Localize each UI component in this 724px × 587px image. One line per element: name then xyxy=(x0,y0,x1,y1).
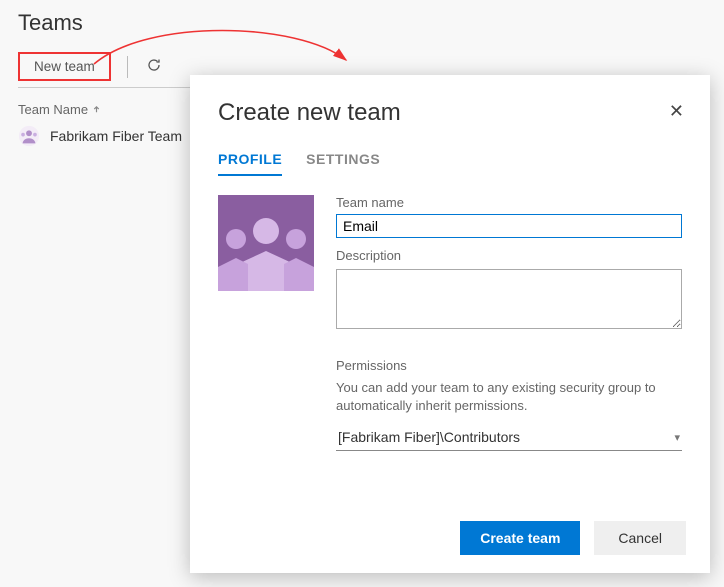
toolbar-divider xyxy=(127,56,128,78)
dialog-title: Create new team xyxy=(218,99,401,127)
refresh-button[interactable] xyxy=(140,53,168,81)
create-team-dialog: Create new team ✕ PROFILE SETTINGS Team … xyxy=(190,75,710,573)
team-avatar-icon xyxy=(18,125,40,147)
team-name-label: Team name xyxy=(336,195,682,210)
people-icon xyxy=(218,195,314,291)
create-team-button[interactable]: Create team xyxy=(460,521,580,555)
chevron-down-icon: ▾ xyxy=(674,431,680,444)
team-name-cell: Fabrikam Fiber Team xyxy=(50,128,182,144)
permissions-label: Permissions xyxy=(336,358,682,373)
permissions-hint: You can add your team to any existing se… xyxy=(336,379,682,415)
close-icon: ✕ xyxy=(669,101,684,121)
arrow-up-icon xyxy=(92,102,101,117)
cancel-button[interactable]: Cancel xyxy=(594,521,686,555)
close-button[interactable]: ✕ xyxy=(663,99,690,124)
description-input[interactable] xyxy=(336,269,682,329)
permissions-selected-value: [Fabrikam Fiber]\Contributors xyxy=(338,429,520,445)
new-team-button[interactable]: New team xyxy=(18,52,111,81)
description-label: Description xyxy=(336,248,682,263)
team-avatar-picker[interactable] xyxy=(218,195,314,291)
page-title: Teams xyxy=(18,10,700,36)
column-header-label: Team Name xyxy=(18,102,88,117)
refresh-icon xyxy=(146,57,162,76)
tab-profile[interactable]: PROFILE xyxy=(218,151,282,167)
tab-settings[interactable]: SETTINGS xyxy=(306,151,380,167)
team-name-input[interactable] xyxy=(336,214,682,238)
permissions-select[interactable]: [Fabrikam Fiber]\Contributors ▾ xyxy=(336,425,682,451)
